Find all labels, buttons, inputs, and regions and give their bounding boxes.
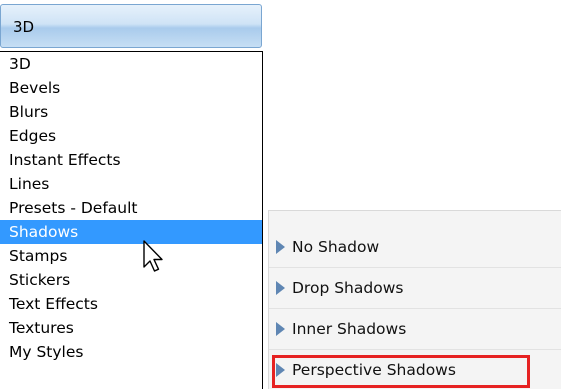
- triangle-right-icon: [276, 363, 285, 377]
- list-item-3d[interactable]: 3D: [0, 52, 262, 76]
- list-item-edges[interactable]: Edges: [0, 124, 262, 148]
- list-item-blurs[interactable]: Blurs: [0, 100, 262, 124]
- style-category-list[interactable]: 3D Bevels Blurs Edges Instant Effects Li…: [0, 51, 263, 389]
- shadow-item-label: Inner Shadows: [292, 320, 407, 338]
- dropdown-selected-value: 3D: [13, 18, 35, 36]
- triangle-right-icon: [276, 281, 285, 295]
- list-item-stickers[interactable]: Stickers: [0, 268, 262, 292]
- list-item-my-styles[interactable]: My Styles: [0, 340, 262, 364]
- shadow-item-drop-shadows[interactable]: Drop Shadows: [269, 268, 561, 309]
- triangle-right-icon: [276, 240, 285, 254]
- list-item-bevels[interactable]: Bevels: [0, 76, 262, 100]
- list-item-stamps[interactable]: Stamps: [0, 244, 262, 268]
- shadow-item-label: No Shadow: [292, 238, 380, 256]
- triangle-right-icon: [276, 322, 285, 336]
- shadow-type-panel: No Shadow Drop Shadows Inner Shadows Per…: [268, 210, 561, 389]
- arrow-pointer-icon: [143, 240, 163, 272]
- shadow-item-label: Perspective Shadows: [292, 361, 456, 379]
- list-item-text-effects[interactable]: Text Effects: [0, 292, 262, 316]
- shadow-item-no-shadow[interactable]: No Shadow: [269, 227, 561, 268]
- list-item-presets-default[interactable]: Presets - Default: [0, 196, 262, 220]
- styles-picker-screen: 3D 3D Bevels Blurs Edges Instant Effects…: [0, 0, 561, 389]
- style-category-dropdown[interactable]: 3D: [0, 4, 262, 48]
- list-item-instant-effects[interactable]: Instant Effects: [0, 148, 262, 172]
- shadow-item-inner-shadows[interactable]: Inner Shadows: [269, 309, 561, 350]
- list-item-shadows[interactable]: Shadows: [0, 220, 262, 244]
- shadow-item-label: Drop Shadows: [292, 279, 404, 297]
- list-item-lines[interactable]: Lines: [0, 172, 262, 196]
- list-item-textures[interactable]: Textures: [0, 316, 262, 340]
- shadow-item-perspective-shadows[interactable]: Perspective Shadows: [269, 350, 561, 389]
